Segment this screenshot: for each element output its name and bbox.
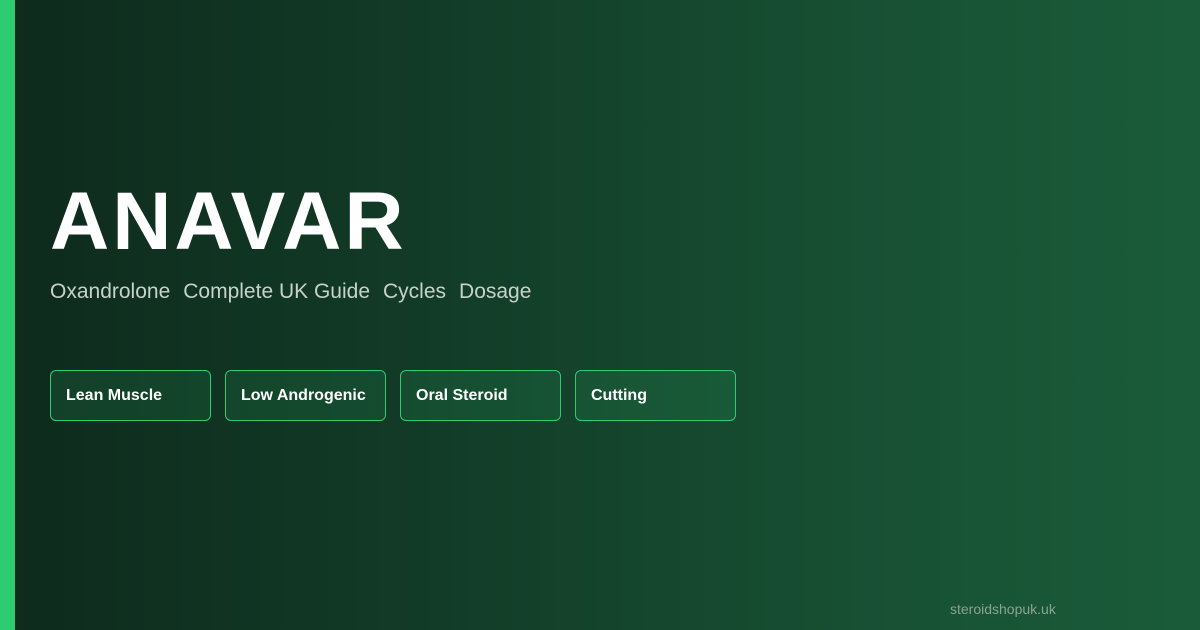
subtitle-part: Cycles — [383, 280, 447, 303]
subtitle-part: Dosage — [459, 280, 532, 303]
tag-low-androgenic: Low Androgenic — [225, 370, 386, 421]
tag-list: Lean Muscle Low Androgenic Oral Steroid … — [50, 370, 736, 421]
page-title: ANAVAR — [50, 176, 407, 267]
subtitle-part: Complete UK Guide — [183, 280, 371, 303]
tag-oral-steroid: Oral Steroid — [400, 370, 561, 421]
accent-bar — [0, 0, 15, 630]
tag-cutting: Cutting — [575, 370, 736, 421]
tag-lean-muscle: Lean Muscle — [50, 370, 211, 421]
subtitle-part: Oxandrolone — [50, 280, 171, 303]
footer-domain: steroidshopuk.uk — [950, 601, 1056, 617]
subtitle: Oxandrolone Complete UK Guide Cycles Dosage — [50, 278, 544, 306]
